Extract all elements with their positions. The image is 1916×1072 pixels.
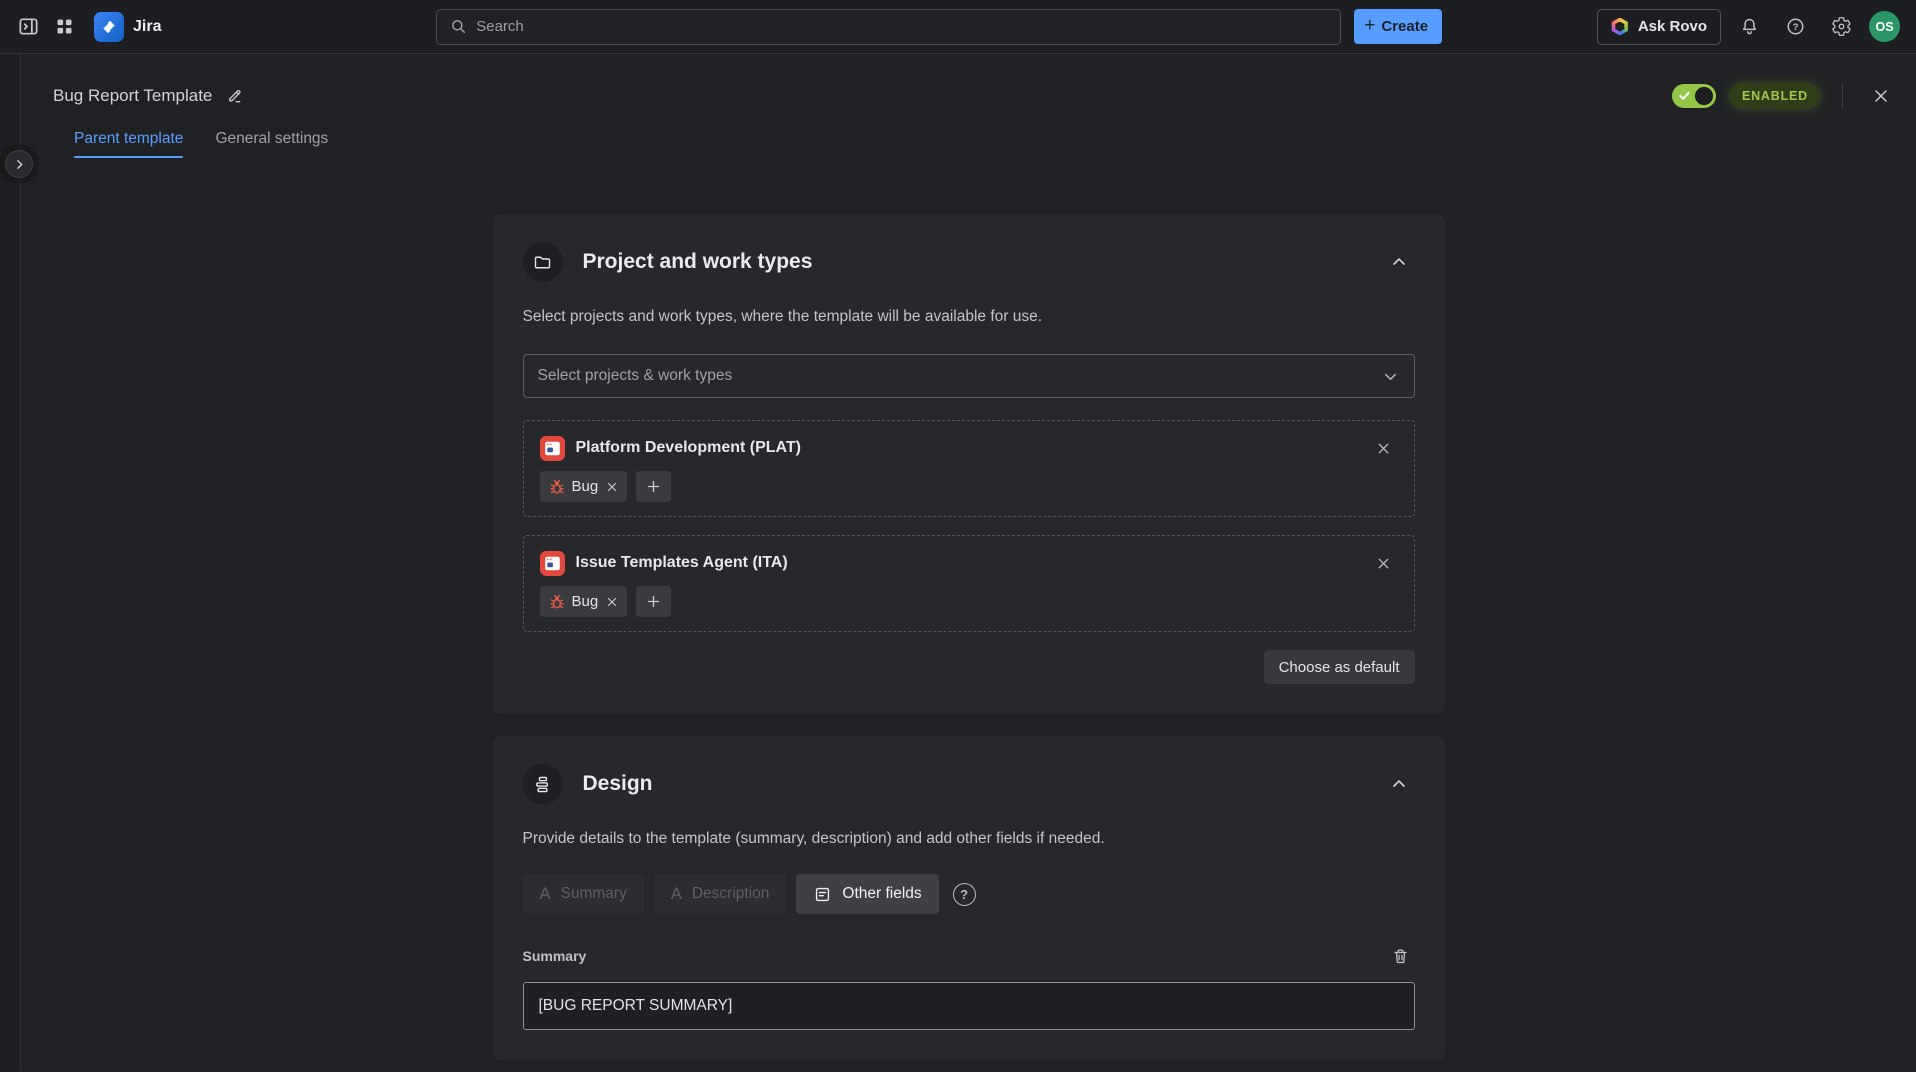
enabled-toggle[interactable] [1672,84,1716,108]
design-card: Design Provide details to the template (… [493,736,1445,1060]
template-tabs: Parent template General settings [21,130,1916,158]
jira-brand[interactable]: Jira [94,12,161,42]
project-item: Platform Development (PLAT) [523,420,1415,517]
template-panel: Bug Report Template ENABLED [21,54,1916,1071]
help-icon[interactable]: ? [1777,9,1813,45]
search-bar[interactable] [436,9,1341,45]
folder-icon [523,242,563,282]
work-type-tag: Bug [540,586,628,617]
sidebar-expand-button[interactable] [5,150,33,178]
ask-rovo-label: Ask Rovo [1638,18,1707,35]
bug-icon [549,594,565,610]
project-item: Issue Templates Agent (ITA) [523,535,1415,632]
work-type-tag: Bug [540,471,628,502]
work-type-label: Bug [572,593,599,610]
app-switcher-icon[interactable] [46,9,82,45]
chevron-down-icon [1381,367,1400,386]
form-icon [813,885,832,904]
project-name: Issue Templates Agent (ITA) [576,554,1359,572]
card-description: Select projects and work types, where th… [523,308,1415,326]
remove-work-type-icon[interactable] [605,595,619,609]
nav-middle: + Create [161,9,1596,45]
collapsed-sidebar [0,54,21,1071]
page-title: Bug Report Template [53,86,212,106]
panel-header: Bug Report Template ENABLED [21,78,1916,114]
project-select-placeholder: Select projects & work types [538,367,733,385]
project-work-types-card: Project and work types Select projects a… [493,214,1445,714]
create-button-label: Create [1381,18,1428,35]
field-buttons-row: A Summary A Description Other field [523,874,1415,914]
plus-icon: + [1364,16,1375,35]
nav-right: Ask Rovo ? OS [1597,9,1900,45]
page: Bug Report Template ENABLED [0,54,1916,1071]
toggle-knob [1695,87,1713,105]
add-work-type-button[interactable] [636,471,671,502]
help-icon[interactable]: ? [953,883,976,906]
tab-general-settings[interactable]: General settings [215,130,328,158]
template-content: Project and work types Select projects a… [493,214,1445,1060]
project-avatar-icon [540,551,565,576]
card-description: Provide details to the template (summary… [523,830,1415,848]
app-name: Jira [133,18,161,36]
summary-input[interactable] [523,982,1415,1030]
tab-parent-template[interactable]: Parent template [74,130,183,158]
notifications-icon[interactable] [1731,9,1767,45]
jira-logo-icon [94,12,124,42]
project-name: Platform Development (PLAT) [576,439,1359,457]
remove-project-icon[interactable] [1370,434,1398,462]
sidebar-toggle-icon[interactable] [10,9,46,45]
settings-icon[interactable] [1823,9,1859,45]
avatar-initials: OS [1875,20,1893,34]
header-divider [1842,83,1843,109]
text-field-icon: A [540,885,551,904]
edit-title-icon[interactable] [225,87,244,106]
rovo-icon [1611,18,1629,36]
remove-project-icon[interactable] [1370,549,1398,577]
card-title: Project and work types [583,250,1363,274]
choose-as-default-button[interactable]: Choose as default [1264,650,1415,684]
svg-text:?: ? [1792,22,1798,33]
create-button[interactable]: + Create [1354,9,1442,44]
other-fields-button[interactable]: Other fields [796,874,938,914]
summary-field-label: Summary [523,948,587,964]
add-summary-button: A Summary [523,874,644,914]
collapse-card-icon[interactable] [1383,768,1415,800]
project-avatar-icon [540,436,565,461]
status-badge: ENABLED [1729,83,1821,109]
delete-field-icon[interactable] [1387,942,1415,970]
search-input[interactable] [476,18,1328,35]
remove-work-type-icon[interactable] [605,480,619,494]
close-icon[interactable] [1864,79,1898,113]
ask-rovo-button[interactable]: Ask Rovo [1597,9,1721,45]
add-work-type-button[interactable] [636,586,671,617]
work-type-label: Bug [572,478,599,495]
add-description-button: A Description [654,874,787,914]
top-nav: Jira + Create Ask Rovo [0,0,1916,54]
search-icon [449,17,468,36]
text-field-icon: A [671,885,682,904]
avatar[interactable]: OS [1869,11,1900,42]
collapse-card-icon[interactable] [1383,246,1415,278]
card-title: Design [583,772,1363,796]
bug-icon [549,479,565,495]
project-select[interactable]: Select projects & work types [523,354,1415,398]
design-icon [523,764,563,804]
